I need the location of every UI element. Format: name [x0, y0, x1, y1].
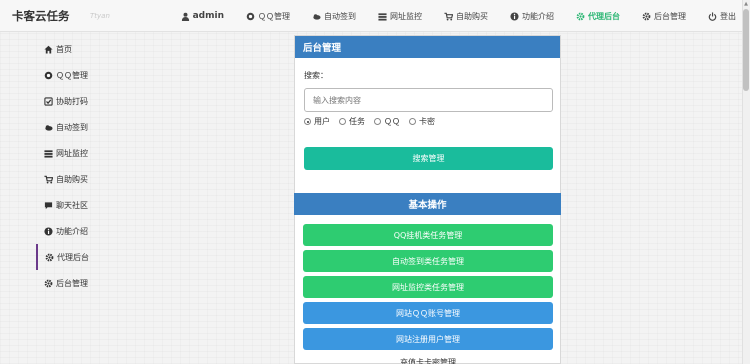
cloud-icon: [312, 12, 321, 21]
sidebar: 首页 ＱＱ管理 协助打码 自动签到 网址监控 自助购买 聊天社区 功能介绍 代理…: [36, 36, 168, 296]
sidebar-item-info[interactable]: 功能介绍: [36, 218, 168, 244]
nav-item-backend[interactable]: 后台管理: [642, 11, 686, 22]
info-icon: [44, 226, 53, 236]
nav-item-signin[interactable]: 自动签到: [312, 11, 356, 22]
cloud-icon: [44, 123, 53, 132]
sidebar-item-label: 功能介绍: [56, 226, 88, 236]
gear-icon: [576, 12, 585, 21]
registered-users-button[interactable]: 网站注册用户管理: [303, 328, 553, 350]
radio-label: 任务: [349, 117, 365, 126]
nav-item-label: 功能介绍: [522, 11, 554, 21]
nav-item-label: ＱＱ管理: [258, 11, 290, 21]
scroll-thumb[interactable]: [743, 9, 749, 91]
qq-icon: [44, 71, 53, 80]
nav-item-label: 代理后台: [588, 11, 620, 21]
info-icon: [510, 11, 519, 21]
radio-label: 用户: [314, 117, 330, 126]
chat-icon: [44, 201, 53, 210]
scroll-up-arrow[interactable]: ▲: [743, 1, 749, 7]
sidebar-item-label: 后台管理: [56, 278, 88, 288]
qq-icon: [246, 12, 255, 21]
nav-item-admin[interactable]: admin: [181, 11, 224, 21]
brand-tag: Ttyan: [90, 12, 110, 20]
admin-panel: 后台管理 搜索： 用户 任务 ＱＱ 卡密 搜索管理 基本操作 QQ挂机类任: [294, 35, 561, 364]
operations-list: QQ挂机类任务管理 自动签到类任务管理 网址监控类任务管理 网站ＱＱ账号管理 网…: [303, 224, 553, 364]
cart-icon: [44, 175, 53, 184]
sidebar-item-home[interactable]: 首页: [36, 36, 168, 62]
radio-dot[interactable]: [339, 118, 346, 125]
signin-task-button[interactable]: 自动签到类任务管理: [303, 250, 553, 272]
sidebar-item-label: 首页: [56, 44, 72, 54]
nav-item-buy[interactable]: 自助购买: [444, 11, 488, 22]
search-type-radios: 用户 任务 ＱＱ 卡密: [304, 116, 551, 127]
sidebar-item-buy[interactable]: 自助购买: [36, 166, 168, 192]
brand-title[interactable]: 卡客云任务: [12, 8, 70, 24]
url-monitor-task-button[interactable]: 网址监控类任务管理: [303, 276, 553, 298]
top-navbar: 卡客云任务 Ttyan admin ＱＱ管理 自动签到 网址监控 自助购买 功能…: [0, 0, 742, 32]
power-icon: [708, 11, 717, 21]
check-square-icon: [44, 96, 53, 106]
sidebar-item-backend[interactable]: 后台管理: [36, 270, 168, 296]
sidebar-item-qq[interactable]: ＱＱ管理: [36, 62, 168, 88]
gear-icon: [642, 12, 651, 21]
sidebar-item-label: 协助打码: [56, 96, 88, 106]
sidebar-item-agent[interactable]: 代理后台: [36, 244, 168, 270]
radio-dot[interactable]: [304, 118, 311, 125]
gear-icon: [45, 253, 54, 262]
radio-dot[interactable]: [374, 118, 381, 125]
radio-label: 卡密: [419, 117, 435, 126]
cart-icon: [444, 12, 453, 21]
sidebar-item-label: 自动签到: [56, 122, 88, 132]
sidebar-item-signin[interactable]: 自动签到: [36, 114, 168, 140]
sidebar-item-label: 聊天社区: [56, 200, 88, 210]
nav-item-label: 后台管理: [654, 11, 686, 21]
sidebar-item-label: 自助购买: [56, 174, 88, 184]
radio-dot[interactable]: [409, 118, 416, 125]
nav-item-qq[interactable]: ＱＱ管理: [246, 11, 290, 22]
nav-items: admin ＱＱ管理 自动签到 网址监控 自助购买 功能介绍 代理后台 后台管理…: [181, 0, 742, 32]
admin-panel-title: 后台管理: [295, 36, 560, 58]
sidebar-item-label: ＱＱ管理: [56, 70, 88, 80]
sidebar-item-label: 代理后台: [57, 252, 89, 262]
search-input[interactable]: [304, 88, 553, 112]
qq-hangup-task-button[interactable]: QQ挂机类任务管理: [303, 224, 553, 246]
sidebar-item-label: 网址监控: [56, 148, 88, 158]
admin-panel-body: 搜索： 用户 任务 ＱＱ 卡密 搜索管理: [295, 58, 560, 170]
list-icon: [378, 12, 387, 21]
list-icon: [44, 149, 53, 158]
nav-item-agent[interactable]: 代理后台: [576, 11, 620, 22]
radio-task[interactable]: 任务: [339, 116, 365, 127]
operations-title: 基本操作: [294, 193, 561, 215]
nav-item-label: 自动签到: [324, 11, 356, 21]
qq-account-button[interactable]: 网站ＱＱ账号管理: [303, 302, 553, 324]
nav-item-logout[interactable]: 登出: [708, 11, 736, 22]
radio-qq[interactable]: ＱＱ: [374, 116, 400, 127]
radio-label: ＱＱ: [384, 117, 400, 126]
gear-icon: [44, 279, 53, 288]
user-icon: [181, 12, 190, 21]
radio-card[interactable]: 卡密: [409, 116, 435, 127]
home-icon: [44, 45, 53, 54]
sidebar-item-chat[interactable]: 聊天社区: [36, 192, 168, 218]
radio-user[interactable]: 用户: [304, 116, 330, 127]
nav-item-monitor[interactable]: 网址监控: [378, 11, 422, 22]
search-manage-button[interactable]: 搜索管理: [304, 147, 553, 170]
nav-item-label: 网址监控: [390, 11, 422, 21]
nav-item-info[interactable]: 功能介绍: [510, 11, 554, 22]
sidebar-item-captcha[interactable]: 协助打码: [36, 88, 168, 114]
search-label: 搜索：: [304, 71, 328, 80]
card-key-link[interactable]: 充值卡卡密管理: [303, 354, 553, 364]
nav-item-label: 自助购买: [456, 11, 488, 21]
nav-item-label: admin: [192, 11, 224, 21]
nav-item-label: 登出: [720, 11, 736, 21]
page-scrollbar[interactable]: ▲: [742, 0, 750, 364]
sidebar-item-monitor[interactable]: 网址监控: [36, 140, 168, 166]
